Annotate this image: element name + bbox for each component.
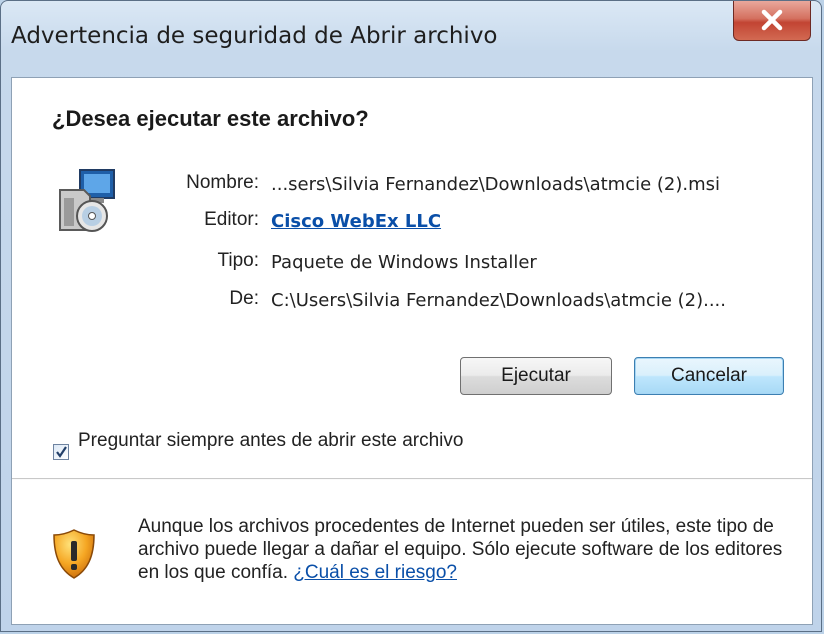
close-icon — [761, 9, 783, 31]
dialog-question: ¿Desea ejecutar este archivo? — [52, 106, 369, 131]
from-value: C:\Users\Silvia Fernandez\Downloads\atmc… — [271, 290, 727, 311]
from-label: De: — [229, 288, 259, 309]
dialog-content: ¿Desea ejecutar este archivo? Nombre: ..… — [11, 77, 813, 625]
window-title: Advertencia de seguridad de Abrir archiv… — [11, 23, 498, 49]
security-shield-icon — [53, 529, 95, 579]
installer-package-icon — [59, 169, 115, 232]
name-label: Nombre: — [186, 172, 259, 193]
type-label: Tipo: — [217, 250, 259, 271]
cancel-button[interactable]: Cancelar — [634, 357, 784, 395]
publisher-label: Editor: — [204, 209, 259, 230]
always-ask-label[interactable]: Preguntar siempre antes de abrir este ar… — [78, 430, 498, 452]
checkmark-icon — [56, 446, 67, 458]
title-bar[interactable]: Advertencia de seguridad de Abrir archiv… — [1, 1, 821, 85]
publisher-link[interactable]: Cisco WebEx LLC — [271, 211, 441, 232]
risk-link[interactable]: ¿Cuál es el riesgo? — [293, 562, 457, 583]
close-button[interactable] — [733, 1, 811, 41]
always-ask-checkbox[interactable] — [53, 444, 69, 460]
name-value: ...sers\Silvia Fernandez\Downloads\atmci… — [271, 174, 721, 195]
run-button[interactable]: Ejecutar — [460, 357, 612, 395]
warning-message: Aunque los archivos procedentes de Inter… — [138, 515, 798, 584]
security-warning-window: Advertencia de seguridad de Abrir archiv… — [0, 0, 822, 632]
type-value: Paquete de Windows Installer — [271, 252, 537, 273]
warning-text: Aunque los archivos procedentes de Inter… — [138, 516, 783, 583]
